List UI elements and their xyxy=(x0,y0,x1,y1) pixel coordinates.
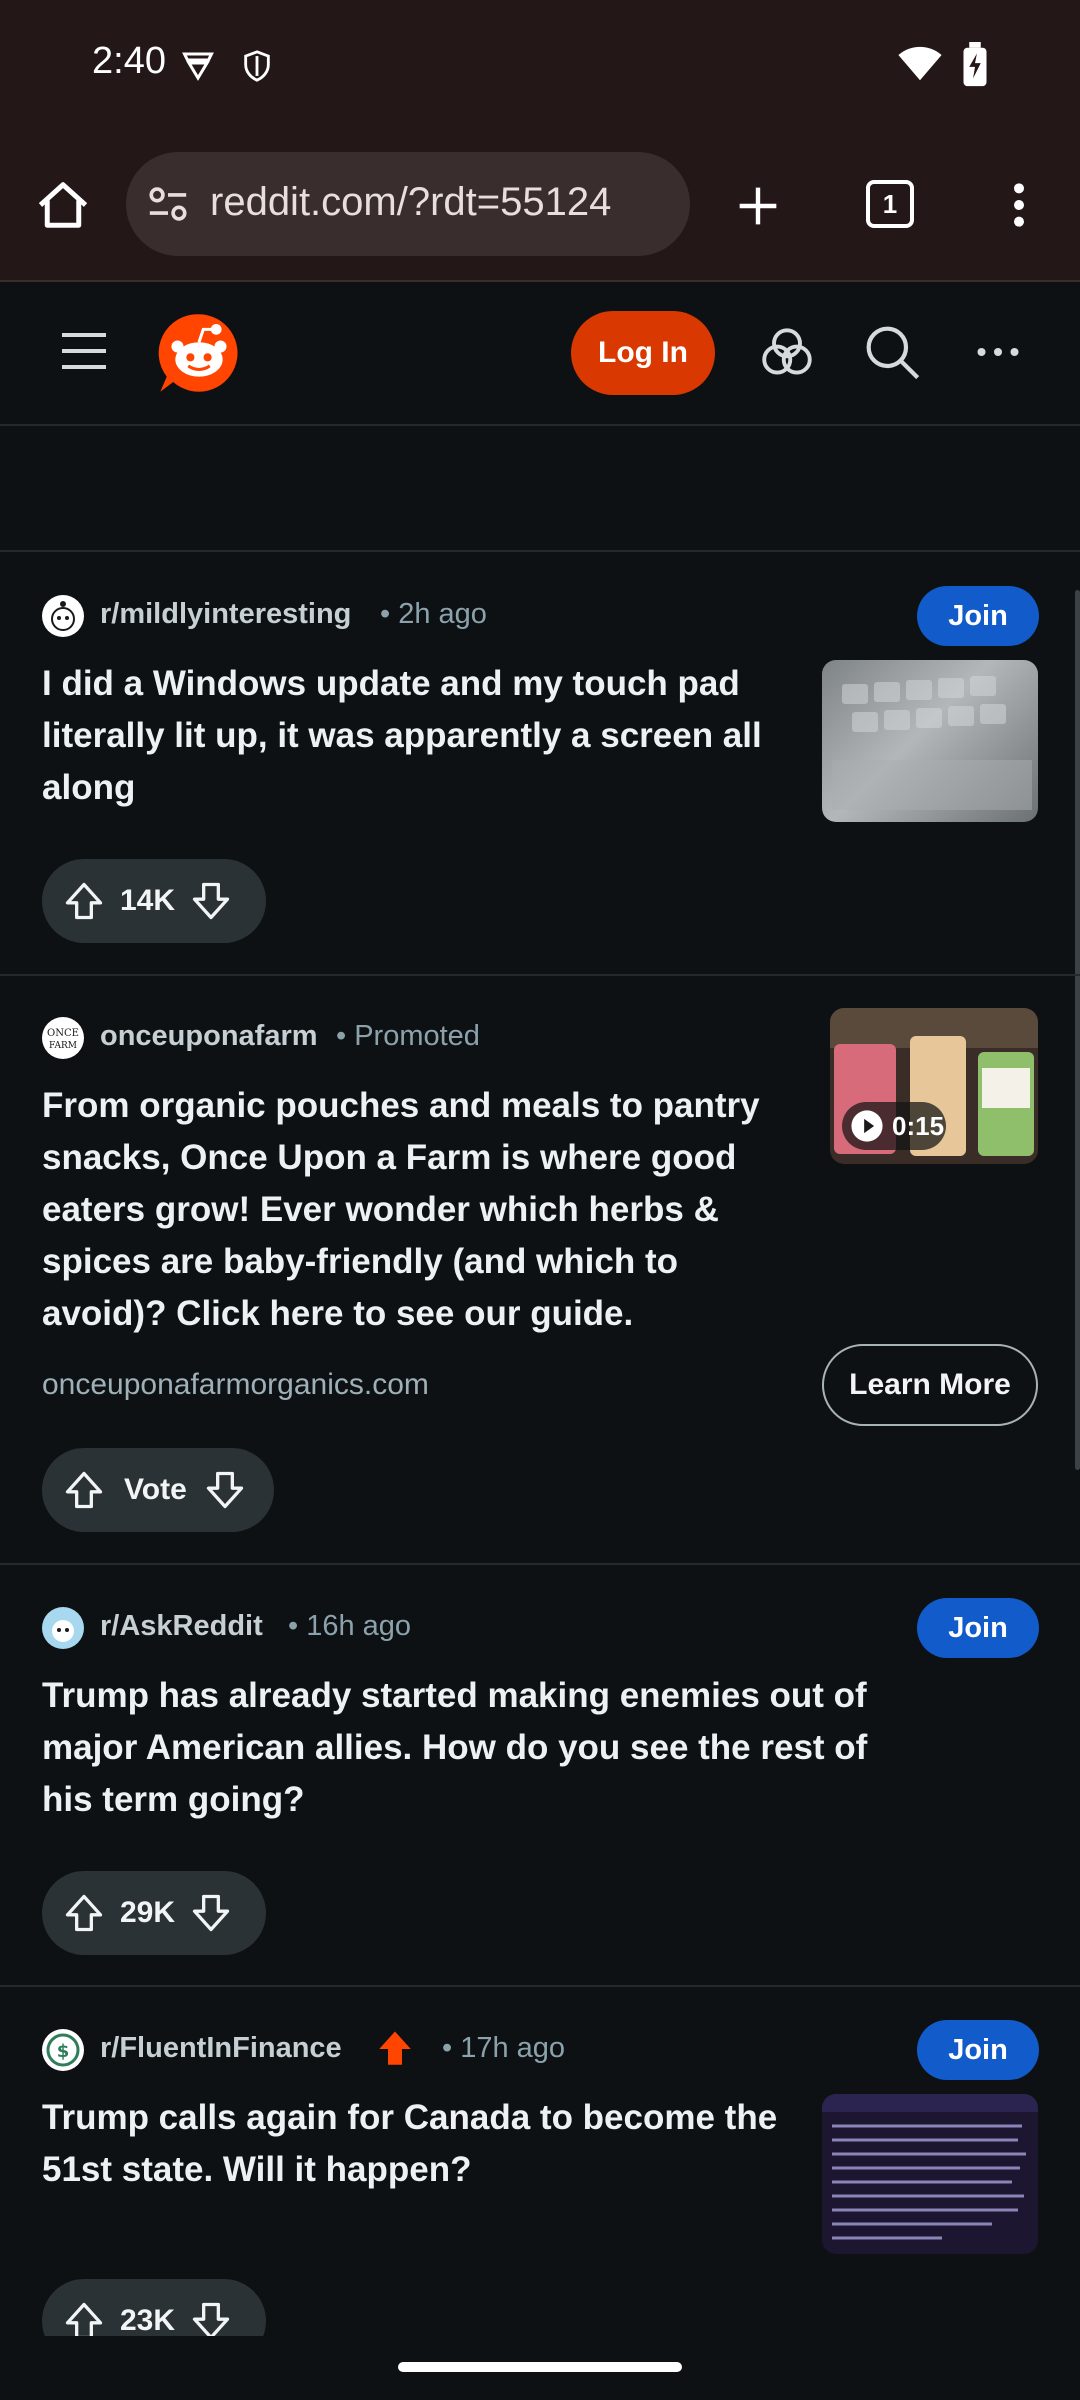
join-button[interactable]: Join xyxy=(917,1598,1039,1658)
wifi-icon xyxy=(898,46,942,81)
ad-domain[interactable]: onceuponafarmorganics.com xyxy=(42,1368,429,1402)
shield-icon xyxy=(244,50,270,82)
subreddit-name[interactable]: r/AskReddit xyxy=(100,1610,263,1643)
post-title[interactable]: I did a Windows update and my touch pad … xyxy=(42,658,782,814)
post-time: • 16h ago xyxy=(288,1610,412,1642)
svg-text:ONCE: ONCE xyxy=(47,1028,79,1039)
home-gesture-pill[interactable] xyxy=(398,2362,682,2372)
hamburger-menu-icon[interactable] xyxy=(60,330,108,372)
post-time: • 2h ago xyxy=(380,598,487,630)
advertiser-name[interactable]: onceuponafarm xyxy=(100,1020,318,1053)
video-duration: 0:15 xyxy=(892,1110,945,1141)
post-title[interactable]: Trump has already started making enemies… xyxy=(42,1670,902,1826)
vote-bar: 14K xyxy=(42,859,266,943)
vote-label: Vote xyxy=(124,1473,187,1506)
more-icon[interactable] xyxy=(976,342,1020,362)
battery-icon xyxy=(963,42,987,87)
tab-switcher-button[interactable]: 1 xyxy=(866,180,914,228)
upvote-icon[interactable] xyxy=(62,1468,106,1512)
play-icon xyxy=(851,1110,883,1142)
divider xyxy=(0,1985,1080,1987)
post-time: • 17h ago xyxy=(442,2032,566,2064)
url-text[interactable]: reddit.com/?rdt=55124 xyxy=(210,180,611,225)
new-tab-icon[interactable] xyxy=(736,184,780,228)
vote-count: 29K xyxy=(120,1896,176,1929)
post-thumbnail[interactable] xyxy=(822,2094,1038,2254)
video-thumbnail[interactable]: 0:15 xyxy=(830,1008,1038,1164)
vote-bar: 29K xyxy=(42,1871,266,1955)
divider xyxy=(0,550,1080,552)
join-button[interactable]: Join xyxy=(917,2020,1039,2080)
trending-arrow-icon xyxy=(379,2031,411,2065)
post-title[interactable]: From organic pouches and meals to pantry… xyxy=(42,1080,812,1340)
tab-count: 1 xyxy=(882,188,898,219)
post-title[interactable]: Trump calls again for Canada to become t… xyxy=(42,2092,802,2196)
svg-text:FARM: FARM xyxy=(49,1041,77,1051)
advertise-icon[interactable] xyxy=(760,326,814,378)
reddit-logo[interactable] xyxy=(156,310,242,396)
search-icon[interactable] xyxy=(864,324,920,380)
vote-count: 23K xyxy=(120,2304,176,2337)
subreddit-avatar[interactable] xyxy=(42,595,84,637)
status-time: 2:40 xyxy=(92,40,166,82)
divider xyxy=(0,974,1080,976)
subreddit-avatar[interactable] xyxy=(42,1607,84,1649)
login-button[interactable]: Log In xyxy=(571,311,715,395)
vote-bar: Vote xyxy=(42,1448,274,1532)
video-duration-badge: 0:15 xyxy=(842,1102,946,1150)
downvote-icon[interactable] xyxy=(203,1468,247,1512)
advertiser-avatar[interactable]: ONCE FARM xyxy=(42,1017,84,1059)
svg-text:$: $ xyxy=(57,2041,70,2062)
downvote-icon[interactable] xyxy=(189,879,233,923)
scrollbar[interactable] xyxy=(1075,590,1080,1470)
subreddit-name[interactable]: r/FluentInFinance xyxy=(100,2032,342,2065)
promoted-tag: • Promoted xyxy=(336,1020,480,1052)
subreddit-avatar[interactable]: $ xyxy=(42,2029,84,2071)
home-icon[interactable] xyxy=(36,180,90,230)
vote-count: 14K xyxy=(120,884,176,917)
upvote-icon[interactable] xyxy=(62,879,106,923)
post-thumbnail[interactable] xyxy=(822,660,1038,822)
ad-banner-space xyxy=(0,426,1080,550)
join-button[interactable]: Join xyxy=(917,586,1039,646)
overflow-menu-icon[interactable] xyxy=(1004,180,1034,230)
downvote-icon[interactable] xyxy=(189,1891,233,1935)
divider xyxy=(0,1563,1080,1565)
upvote-icon[interactable] xyxy=(62,1891,106,1935)
learn-more-button[interactable]: Learn More xyxy=(822,1344,1038,1426)
site-settings-icon[interactable] xyxy=(146,184,190,224)
vpn-key-icon xyxy=(182,52,214,81)
subreddit-name[interactable]: r/mildlyinteresting xyxy=(100,598,351,631)
